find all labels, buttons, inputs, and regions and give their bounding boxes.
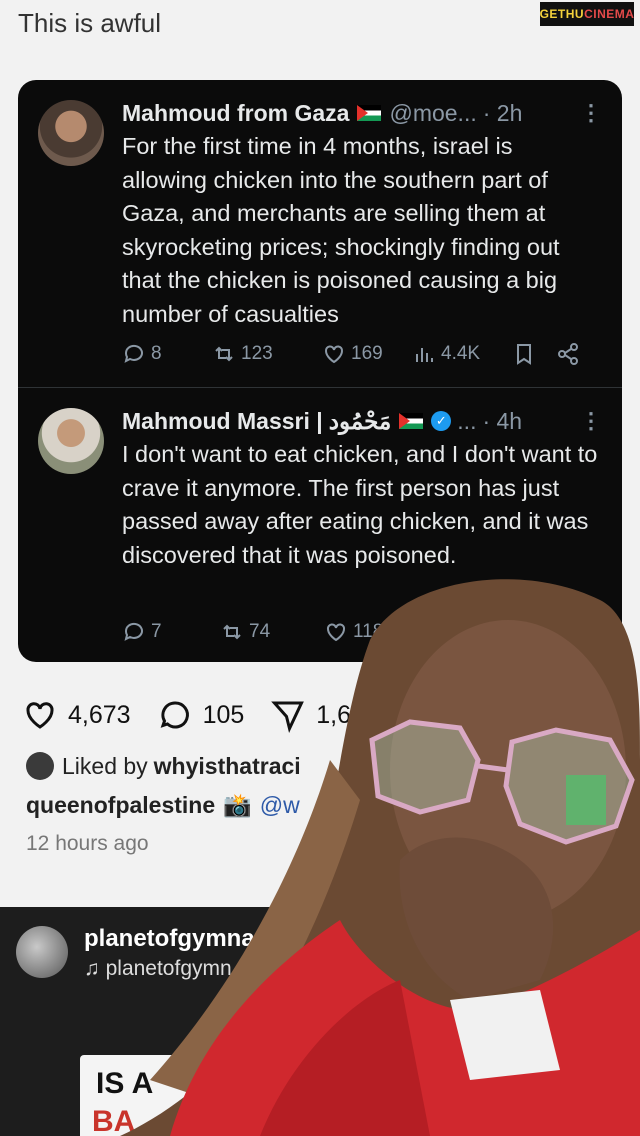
tweet-2-avatar[interactable] xyxy=(38,408,104,474)
more-options-icon[interactable]: ⋮ xyxy=(580,408,602,434)
like-button[interactable]: 118 xyxy=(324,620,414,644)
poster-line2: BA xyxy=(92,1105,136,1136)
like-button[interactable]: 169 xyxy=(322,342,412,366)
palestine-flag-icon xyxy=(357,105,382,121)
repost-icon xyxy=(223,624,241,640)
repost-button[interactable]: 123 xyxy=(212,342,322,366)
liked-by-user[interactable]: whyisthatraci xyxy=(154,753,301,780)
tweet-2-text: I don't want to eat chicken, and I don't… xyxy=(122,441,598,568)
heart-icon[interactable] xyxy=(22,697,58,733)
liker-avatar xyxy=(26,752,54,780)
reply-button[interactable]: 7 xyxy=(122,620,220,644)
repost-count: 74 xyxy=(249,621,271,642)
post-timestamp: 12 hours ago xyxy=(26,832,149,855)
tweet-2-header: Mahmoud Massri | مَحْمُود ✓ ... · 4h ⋮ xyxy=(122,406,602,436)
tweet-1-time: · 2h xyxy=(482,99,523,126)
post-caption: This is awful xyxy=(18,8,162,38)
like-count: 118 xyxy=(353,621,384,642)
tweet-screenshot-card: Mahmoud from Gaza @moe... · 2h ⋮ For the… xyxy=(18,80,622,662)
reply-icon xyxy=(124,622,143,641)
post-comment-count[interactable]: 105 xyxy=(203,701,245,730)
tweet-1-header: Mahmoud from Gaza @moe... · 2h ⋮ xyxy=(122,98,602,128)
watermark-logo: GETHU CINEMA xyxy=(540,2,634,26)
reply-icon xyxy=(124,344,143,363)
reel-section: planetofgymnasti ♫ planetofgymn IS A BA xyxy=(0,907,640,1136)
reel-avatar[interactable] xyxy=(16,926,68,978)
liked-by-label: Liked by xyxy=(62,752,148,779)
tweet-2-name[interactable]: Mahmoud Massri | xyxy=(122,408,323,435)
post-like-count[interactable]: 4,673 xyxy=(68,701,131,730)
tweet-2-time: · 4h xyxy=(482,407,523,434)
watermark-part1: GETHU xyxy=(539,7,585,21)
author-mention[interactable]: @w xyxy=(260,792,300,818)
repost-button[interactable]: 74 xyxy=(220,620,324,644)
comment-icon[interactable] xyxy=(157,697,193,733)
send-icon[interactable] xyxy=(270,697,306,733)
views-count: 4.4K xyxy=(441,343,481,364)
tweet-2[interactable]: Mahmoud Massri | مَحْمُود ✓ ... · 4h ⋮ I… xyxy=(18,388,622,662)
reel-username[interactable]: planetofgymnasti xyxy=(84,925,283,953)
tweet-1[interactable]: Mahmoud from Gaza @moe... · 2h ⋮ For the… xyxy=(18,80,622,388)
reply-button[interactable]: 8 xyxy=(122,342,212,366)
reel-audio-name: planetofgymn xyxy=(105,957,232,980)
camera-icon: 📸 xyxy=(223,792,252,818)
views-button[interactable]: 4.4K xyxy=(412,342,512,366)
like-count: 169 xyxy=(351,343,383,364)
share-icon[interactable] xyxy=(556,342,580,366)
tweet-2-name-arabic: مَحْمُود xyxy=(328,407,392,434)
verified-badge-icon: ✓ xyxy=(431,411,452,431)
tweet-1-handle[interactable]: @moe... xyxy=(389,100,476,127)
tweet-1-avatar[interactable] xyxy=(38,100,104,166)
liked-by-line[interactable]: Liked by whyisthatraci xyxy=(26,752,301,780)
bookmark-icon[interactable] xyxy=(512,342,536,366)
music-icon: ♫ xyxy=(84,957,100,980)
repost-count: 123 xyxy=(241,343,273,364)
author-line: queenofpalestine 📸 @w xyxy=(26,792,300,819)
like-icon xyxy=(325,345,343,364)
tweet-1-actions: 8 123 169 4.4K xyxy=(122,342,592,366)
watermark-part2: CINEMA xyxy=(584,7,635,21)
repost-icon xyxy=(215,346,233,362)
palestine-flag-icon xyxy=(399,413,424,429)
tweet-1-name[interactable]: Mahmoud from Gaza xyxy=(122,100,349,127)
poster-line1: IS A xyxy=(96,1067,154,1100)
tweet-2-handle[interactable]: ... xyxy=(457,408,476,435)
reel-audio[interactable]: ♫ planetofgymn xyxy=(84,957,232,981)
author-username[interactable]: queenofpalestine xyxy=(26,792,215,818)
post-share-count[interactable]: 1,69 xyxy=(316,701,365,730)
like-icon xyxy=(327,623,345,642)
more-options-icon[interactable]: ⋮ xyxy=(580,100,602,126)
reply-count: 7 xyxy=(151,621,162,642)
tweet-1-text: For the first time in 4 months, israel i… xyxy=(122,133,560,327)
tweet-2-actions: 7 74 118 xyxy=(122,620,592,644)
reply-count: 8 xyxy=(151,343,162,364)
post-actions-row: 4,673 105 1,69 xyxy=(22,695,622,735)
views-icon xyxy=(416,348,433,362)
